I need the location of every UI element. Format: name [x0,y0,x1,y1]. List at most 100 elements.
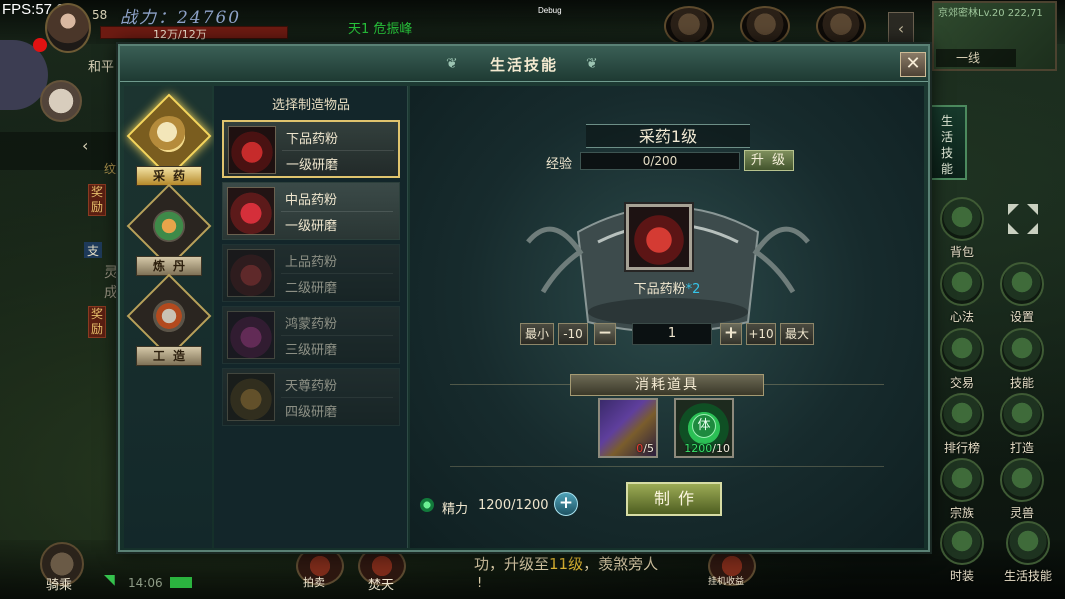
red-potion-icon [228,126,276,174]
stamina-glyph: 体 [692,414,716,438]
player-avatar[interactable] [45,3,91,53]
alchemy-icon [149,206,189,246]
divider [281,335,393,336]
pet-avatar[interactable] [40,80,82,122]
minimap-location: 京郊密林Lv.20 222,71 [938,8,1043,19]
system-message: 功，升级至11级，羡煞旁人 [474,555,659,573]
spirit-beast-button[interactable]: 灵兽 [996,458,1048,522]
server-line[interactable]: 一线 [936,49,1016,67]
branch-quest-tag: 支 [84,242,102,258]
hp-bar: 12万/12万 [100,26,288,41]
exp-bar: 0/200 [580,152,740,170]
gift-icon[interactable] [816,6,866,46]
result-item-slot[interactable] [626,204,692,270]
red-potion-icon [227,249,275,297]
collapse-top-icon[interactable]: ‹ [888,12,914,48]
add-energy-button[interactable]: + [554,492,578,516]
wifi-icon: ◥ [104,572,115,588]
list-item-tianzun-powder[interactable]: 天尊药粉 四级研磨 [222,368,400,426]
qty-plus10-button[interactable]: +10 [746,323,776,345]
trade-button[interactable]: 交易 [936,328,988,392]
ranking-button[interactable]: 排行榜 [936,393,988,457]
forge-button[interactable]: 打造 [996,393,1048,457]
dialog-title: 生活技能 [489,56,558,74]
energy-label: 精力 [442,502,469,517]
exp-label: 经验 [546,157,573,172]
category-alchemy[interactable]: 炼丹 [126,183,212,276]
divider [282,150,394,151]
quest-collapse-icon[interactable]: ‹ [82,136,88,155]
minimap[interactable]: 京郊密林Lv.20 222,71 一线 [932,1,1057,71]
item-name: 上品药粉 [285,255,338,270]
energy-icon [420,498,434,512]
consumables-header: 消耗道具 [570,374,764,396]
category-crafting[interactable]: 工造 [126,273,212,366]
clan-button[interactable]: 宗族 [936,458,988,522]
quantity-field[interactable]: 1 [632,323,712,345]
reward-tag[interactable]: 奖励 [88,306,106,338]
mind-method-icon [940,262,984,306]
craft-button[interactable]: 制作 [626,482,722,516]
item-grade: 一级研磨 [285,219,338,234]
list-item-mid-grade-powder[interactable]: 中品药粉 一级研磨 [222,182,400,240]
life-skill-side-tab[interactable]: 生活技能 [931,105,967,180]
list-item-low-grade-powder[interactable]: 下品药粉 一级研磨 [222,120,400,178]
skill-button[interactable]: 技能 [996,328,1048,392]
category-herb-gathering[interactable]: 采药 [126,93,212,186]
fashion-button[interactable]: 时装 [936,521,988,585]
expand-icon[interactable] [1004,200,1042,238]
event-icon[interactable] [664,6,714,46]
quest-tab[interactable] [0,132,118,170]
qty-minus-button[interactable]: − [594,323,616,345]
list-item-high-grade-powder[interactable]: 上品药粉 二级研磨 [222,244,400,302]
quest-text: 纹 [104,162,117,176]
list-header: 选择制造物品 [271,98,350,113]
pk-mode-label[interactable]: 和平 [88,56,114,75]
herb-material-icon[interactable]: 0/5 [598,398,658,458]
stamina-material-icon[interactable]: 体 1200/10 [674,398,734,458]
system-message-mark: ! [477,576,483,591]
ranking-icon [940,393,984,437]
settings-button[interactable]: 设置 [996,262,1048,326]
qty-plus-button[interactable]: + [720,323,742,345]
close-button[interactable]: ✕ [900,52,926,77]
mind-method-button[interactable]: 心法 [936,262,988,326]
reward-tag[interactable]: 奖励 [88,184,106,216]
record-indicator-icon [33,38,47,52]
afk-reward-label: 挂机收益 [708,577,745,587]
shop-icon[interactable] [740,6,790,46]
item-grade: 二级研磨 [285,281,338,296]
gold-potion-icon [227,373,275,421]
auction-label: 拍卖 [303,576,325,589]
battery-icon [170,577,192,588]
item-name: 下品药粉 [286,132,339,147]
life-skill-dialog: ❦ 生活技能 ❦ ✕ 采药 炼丹 工造 选择制造物品 下品药粉 一级研磨 中品药… [118,44,930,552]
qty-minus10-button[interactable]: -10 [558,323,588,345]
red-potion-icon [227,187,275,235]
gourd-icon [149,116,189,156]
backpack-button[interactable]: 背包 [936,197,988,261]
backpack-icon [940,197,984,241]
mount-label: 骑乘 [46,578,73,593]
item-grade: 四级研磨 [285,405,338,420]
category-label: 工造 [136,346,202,366]
craft-detail-panel: 采药1级 经验 0/200 升 级 下品药粉*2 最小 -10 − 1 + +1… [410,86,924,548]
qty-min-button[interactable]: 最小 [520,323,554,345]
player-level: 58 [92,8,108,22]
list-item-hongmeng-powder[interactable]: 鸿蒙药粉 三级研磨 [222,306,400,364]
divider [281,397,393,398]
life-skill-button[interactable]: 生活技能 [994,521,1062,585]
material-count: 1200/10 [684,442,730,455]
item-name: 天尊药粉 [285,379,338,394]
skill-icon [1000,328,1044,372]
qty-max-button[interactable]: 最大 [780,323,814,345]
upgrade-button[interactable]: 升 级 [744,150,794,171]
divider [450,466,884,467]
category-column: 采药 炼丹 工造 [124,86,212,548]
material-count: 0/5 [636,442,654,455]
energy-value: 1200/1200 [478,498,549,513]
item-name: 中品药粉 [285,193,338,208]
title-ornament-right-icon: ❦ [586,56,598,72]
dialog-title-bar: ❦ 生活技能 ❦ ✕ [120,46,928,82]
settings-icon [1000,262,1044,306]
